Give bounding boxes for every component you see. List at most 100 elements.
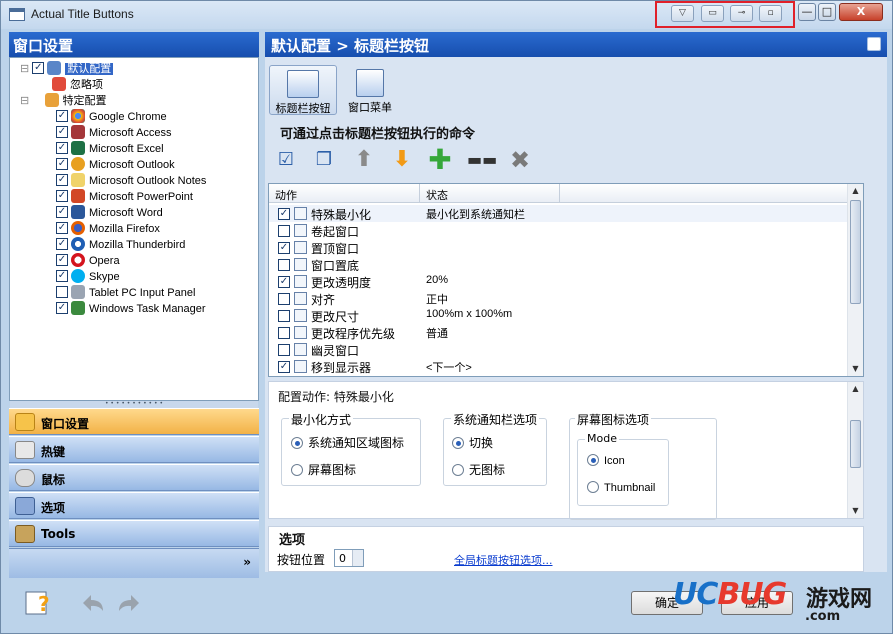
down-arrow-icon[interactable]: ⬇ xyxy=(389,147,415,173)
checkbox[interactable]: ✓ xyxy=(56,110,68,123)
row-checkbox[interactable]: ✓ xyxy=(278,276,290,288)
checkbox[interactable]: ✓ xyxy=(56,174,68,187)
row-checkbox[interactable]: ✓ xyxy=(278,242,290,254)
scroll-thumb[interactable] xyxy=(850,420,861,468)
minimize-button[interactable]: — xyxy=(798,3,816,21)
column-divider[interactable] xyxy=(419,184,420,203)
tree-item-excel[interactable]: ✓ Microsoft Excel xyxy=(56,141,164,157)
checklist-icon[interactable]: ☑ xyxy=(273,147,299,173)
table-row[interactable]: ✓ 置顶窗口 xyxy=(269,239,849,256)
button-position-stepper[interactable]: 0 xyxy=(334,549,364,567)
column-status[interactable]: 状态 xyxy=(426,187,448,203)
scroll-down-icon[interactable]: ▼ xyxy=(848,362,863,376)
radio-no-icon[interactable]: 无图标 xyxy=(452,461,505,478)
row-checkbox[interactable] xyxy=(278,293,290,305)
help-icon[interactable]: ? xyxy=(23,589,53,617)
tree-item-skype[interactable]: ✓ Skype xyxy=(56,269,120,285)
tree-item-taskmgr[interactable]: ✓ Windows Task Manager xyxy=(56,301,206,317)
tree-item-outlook-notes[interactable]: ✓ Microsoft Outlook Notes xyxy=(56,173,206,189)
redo-icon[interactable] xyxy=(115,589,145,617)
checkbox[interactable]: ✓ xyxy=(56,238,68,251)
nav-tools[interactable]: Tools xyxy=(9,520,259,547)
splitter-handle[interactable]: • • • • • • • • • • • xyxy=(10,401,258,408)
checkbox[interactable] xyxy=(56,286,68,299)
checkbox[interactable]: ✓ xyxy=(32,62,45,75)
apply-button[interactable]: 应用 xyxy=(721,591,793,615)
copy-icon[interactable]: ❐ xyxy=(311,147,337,173)
tree-item-default[interactable]: ⊟ ✓ 默认配置 xyxy=(20,61,114,77)
radio-tray-icon[interactable]: 系统通知区域图标 xyxy=(291,434,404,451)
table-row[interactable]: 幽灵窗口 xyxy=(269,341,849,358)
nav-options[interactable]: 选项 xyxy=(9,492,259,519)
pin-title-button[interactable]: ⊸ xyxy=(730,5,753,22)
tab-title-buttons[interactable]: 标题栏按钮 xyxy=(269,65,337,115)
tree-item-thunderbird[interactable]: ✓ Mozilla Thunderbird xyxy=(56,237,185,253)
checkbox[interactable]: ✓ xyxy=(56,254,68,267)
checkbox[interactable]: ✓ xyxy=(56,206,68,219)
ok-button[interactable]: 确定 xyxy=(631,591,703,615)
checkbox[interactable]: ✓ xyxy=(56,142,68,155)
rollup-title-button[interactable]: ▽ xyxy=(671,5,694,22)
row-checkbox[interactable] xyxy=(278,225,290,237)
tree-item-firefox[interactable]: ✓ Mozilla Firefox xyxy=(56,221,160,237)
checkbox[interactable]: ✓ xyxy=(56,270,68,283)
checkbox[interactable]: ✓ xyxy=(56,302,68,315)
table-row[interactable]: 更改尺寸 100%m x 100%m xyxy=(269,307,849,324)
radio-screen-icon[interactable]: 屏幕图标 xyxy=(291,461,356,478)
tree-item-chrome[interactable]: ✓ Google Chrome xyxy=(56,109,167,125)
row-checkbox[interactable] xyxy=(278,259,290,271)
transparency-title-button[interactable]: ▫ xyxy=(759,5,782,22)
scroll-down-icon[interactable]: ▼ xyxy=(848,504,863,518)
tree-item-ignore[interactable]: 忽略项 xyxy=(52,77,103,93)
scroll-up-icon[interactable]: ▲ xyxy=(848,382,863,396)
panel-window-icon[interactable] xyxy=(867,37,881,51)
column-action[interactable]: 动作 xyxy=(275,187,297,203)
checkbox[interactable]: ✓ xyxy=(56,190,68,203)
table-row[interactable]: 对齐 正中 xyxy=(269,290,849,307)
tree-item-opera[interactable]: ✓ Opera xyxy=(56,253,120,269)
row-checkbox[interactable] xyxy=(278,310,290,322)
up-arrow-icon[interactable]: ⬆ xyxy=(351,147,377,173)
close-button[interactable]: X xyxy=(839,3,883,21)
minimize-tray-title-button[interactable]: ▭ xyxy=(701,5,724,22)
table-row[interactable]: 窗口置底 xyxy=(269,256,849,273)
table-row[interactable]: 更改程序优先级 普通 xyxy=(269,324,849,341)
undo-icon[interactable] xyxy=(77,589,107,617)
row-checkbox[interactable]: ✓ xyxy=(278,208,290,220)
checkbox[interactable]: ✓ xyxy=(56,222,68,235)
tree-item-access[interactable]: ✓ Microsoft Access xyxy=(56,125,172,141)
column-divider[interactable] xyxy=(559,184,560,203)
delete-icon[interactable]: ✖ xyxy=(507,147,533,173)
expand-chevron-icon[interactable]: » xyxy=(243,555,251,569)
tree-item-powerpoint[interactable]: ✓ Microsoft PowerPoint xyxy=(56,189,193,205)
nav-window-settings[interactable]: 窗口设置 xyxy=(9,408,259,435)
tree-item-tablet[interactable]: Tablet PC Input Panel xyxy=(56,285,195,301)
tree-item-word[interactable]: ✓ Microsoft Word xyxy=(56,205,163,221)
maximize-button[interactable]: □ xyxy=(818,3,836,21)
global-title-button-options-link[interactable]: 全局标题按钮选项... xyxy=(454,552,553,568)
nav-hotkeys[interactable]: 热键 xyxy=(9,436,259,463)
tree-item-specific[interactable]: ⊟ 特定配置 xyxy=(20,93,107,109)
tab-window-menu[interactable]: 窗口菜单 xyxy=(343,65,397,115)
table-scrollbar[interactable]: ▲ ▼ xyxy=(847,184,863,376)
row-checkbox[interactable] xyxy=(278,327,290,339)
table-row[interactable]: 卷起窗口 xyxy=(269,222,849,239)
table-row[interactable]: ✓ 更改透明度 20% xyxy=(269,273,849,290)
radio-thumbnail-mode[interactable]: Thumbnail xyxy=(587,481,655,494)
separator-icon[interactable]: ▬▬ xyxy=(467,147,497,173)
row-checkbox[interactable] xyxy=(278,344,290,356)
checkbox[interactable]: ✓ xyxy=(56,158,68,171)
tree-item-outlook[interactable]: ✓ Microsoft Outlook xyxy=(56,157,175,173)
add-icon[interactable]: ✚ xyxy=(427,146,453,174)
nav-mouse[interactable]: 鼠标 xyxy=(9,464,259,491)
config-scrollbar[interactable]: ▲ ▼ xyxy=(847,382,863,518)
row-checkbox[interactable]: ✓ xyxy=(278,361,290,373)
table-row[interactable]: ✓ 特殊最小化 最小化到系统通知栏 xyxy=(269,205,849,222)
radio-toggle[interactable]: 切换 xyxy=(452,434,493,451)
scroll-up-icon[interactable]: ▲ xyxy=(848,184,863,198)
nav-overflow[interactable]: » xyxy=(9,548,259,578)
checkbox[interactable]: ✓ xyxy=(56,126,68,139)
radio-icon-mode[interactable]: Icon xyxy=(587,454,625,467)
table-row[interactable]: ✓ 移到显示器 <下一个> xyxy=(269,358,849,375)
scroll-thumb[interactable] xyxy=(850,200,861,304)
